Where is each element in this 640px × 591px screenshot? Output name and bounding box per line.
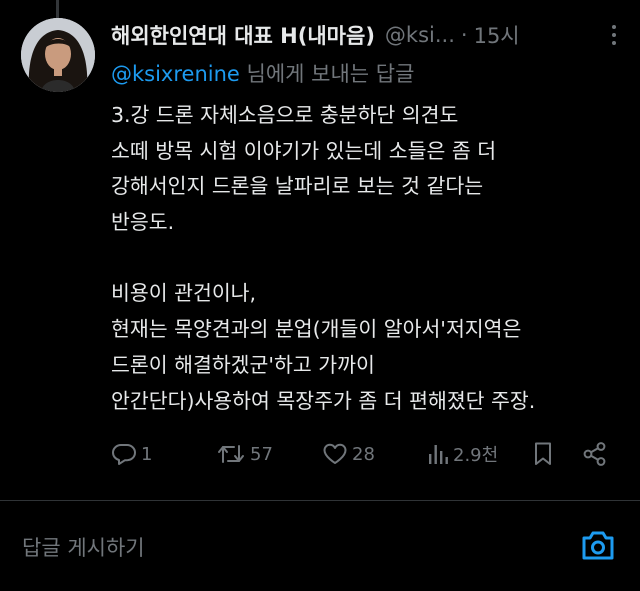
more-vertical-icon[interactable] xyxy=(602,22,626,48)
tweet-line: 반응도. xyxy=(111,210,175,235)
heart-icon xyxy=(323,443,347,464)
separator-dot: · xyxy=(460,23,468,47)
views-icon xyxy=(429,445,448,464)
thread-connector-line xyxy=(56,0,59,18)
reply-button[interactable]: 1 xyxy=(111,438,152,470)
avatar-image xyxy=(21,18,95,92)
reply-context: @ksixrenine 님에게 보내는 답글 xyxy=(111,58,414,88)
reply-icon xyxy=(112,444,136,465)
views-count: 2.9천 xyxy=(453,445,499,466)
tweet-line: 드론이 해결하겠군'하고 가까이 xyxy=(111,352,375,377)
retweet-button[interactable]: 57 xyxy=(216,438,273,470)
reply-count: 1 xyxy=(141,443,153,465)
tweet-actions: 1 57 28 2.9천 xyxy=(111,438,616,470)
tweet-text: 3.강 드론 자체소음으로 충분하단 의견도 소떼 방목 시험 이야기가 있는데… xyxy=(111,98,631,419)
tweet-time[interactable]: 15시 xyxy=(474,20,520,50)
like-count: 28 xyxy=(352,443,375,465)
bookmark-button[interactable] xyxy=(533,438,553,470)
share-icon xyxy=(583,442,606,466)
like-button[interactable]: 28 xyxy=(322,438,375,470)
compose-divider xyxy=(0,500,640,501)
camera-icon xyxy=(582,531,614,560)
retweet-count: 57 xyxy=(250,443,273,465)
tweet-line: 소떼 방목 시험 이야기가 있는데 소들은 좀 더 xyxy=(111,138,497,163)
retweet-icon xyxy=(218,445,244,463)
reply-compose-input[interactable]: 답글 게시하기 xyxy=(22,532,145,562)
reply-to-handle-link[interactable]: @ksixrenine xyxy=(111,62,240,86)
bookmark-icon xyxy=(535,442,551,465)
tweet-line: 강해서인지 드론을 날파리로 보는 것 같다는 xyxy=(111,174,484,199)
tweet-line: 3.강 드론 자체소음으로 충분하단 의견도 xyxy=(111,103,459,127)
camera-button[interactable] xyxy=(579,528,617,564)
author-name[interactable]: 해외한인연대 대표 H(내마음) xyxy=(111,20,375,50)
reply-to-suffix: 님에게 보내는 답글 xyxy=(239,62,415,86)
tweet-line: 비용이 관건이나, xyxy=(111,281,257,306)
views-button[interactable]: 2.9천 xyxy=(427,438,498,470)
author-avatar[interactable] xyxy=(21,18,95,92)
tweet-line: 안간단다)사용하여 목장주가 좀 더 편해졌단 주장. xyxy=(111,388,536,413)
author-handle[interactable]: @ksi... xyxy=(385,23,455,47)
share-button[interactable] xyxy=(582,438,608,470)
tweet-line: 현재는 목양견과의 분업(개들이 알아서'저지역은 xyxy=(111,317,522,342)
tweet-header: 해외한인연대 대표 H(내마음) @ksi... · 15시 xyxy=(111,18,626,52)
